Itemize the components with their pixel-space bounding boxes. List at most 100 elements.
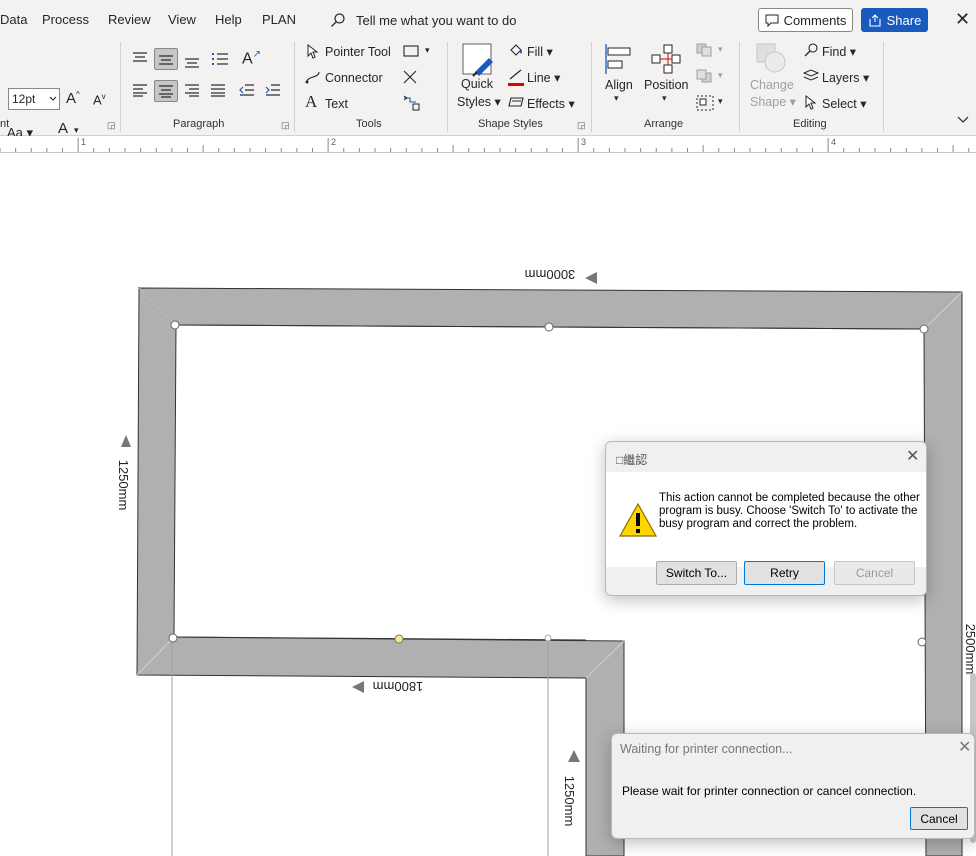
text-direction-icon[interactable]: A↗ xyxy=(242,49,261,68)
text-tool-button[interactable]: Text xyxy=(325,97,348,111)
chevron-down-icon[interactable]: ▾ xyxy=(718,44,723,55)
grow-font-button[interactable]: A^ xyxy=(66,90,80,107)
busy-dialog: □繼認 ✕ This action cannot be completed be… xyxy=(605,441,927,596)
layers-button[interactable]: Layers ▾ xyxy=(822,70,869,85)
chevron-down-icon[interactable]: ▾ xyxy=(614,93,619,104)
cancel-button[interactable]: Cancel xyxy=(834,561,915,585)
change-shape-label-1[interactable]: Change xyxy=(750,78,794,92)
comments-label: Comments xyxy=(783,12,847,28)
selection-handle[interactable] xyxy=(170,320,180,330)
connector-button[interactable]: Connector xyxy=(325,71,383,85)
group-separator xyxy=(591,42,592,132)
tell-me-search[interactable]: Tell me what you want to do xyxy=(330,12,516,28)
line-button[interactable]: Line ▾ xyxy=(527,70,560,85)
selection-handle[interactable] xyxy=(919,324,929,334)
dialog-launcher-icon[interactable]: ◲ xyxy=(577,120,586,131)
ruler-number: 2 xyxy=(331,137,337,147)
quick-styles-label-1[interactable]: Quick xyxy=(461,77,493,91)
shape-styles-group-label: Shape Styles xyxy=(478,118,543,130)
switch-to-button[interactable]: Switch To... xyxy=(656,561,737,585)
menu-process[interactable]: Process xyxy=(42,12,89,27)
editing-group-label: Editing xyxy=(793,118,827,130)
printer-cancel-button[interactable]: Cancel xyxy=(910,807,968,830)
line-icon xyxy=(508,68,524,86)
effects-button[interactable]: Effects ▾ xyxy=(527,96,575,111)
selection-handle[interactable] xyxy=(544,322,554,332)
close-icon[interactable]: ✕ xyxy=(955,10,970,28)
dim-top-label: 3000mm xyxy=(525,267,576,282)
close-shape-icon[interactable] xyxy=(403,70,417,84)
retry-button[interactable]: Retry xyxy=(744,561,825,585)
select-button[interactable]: Select ▾ xyxy=(822,96,867,111)
dialog-launcher-icon[interactable]: ◲ xyxy=(107,120,116,131)
selection-handle[interactable] xyxy=(917,637,927,647)
group-separator xyxy=(883,42,884,132)
ruler-number: 3 xyxy=(581,137,587,147)
send-backward-icon[interactable] xyxy=(696,69,714,83)
align-left-icon[interactable] xyxy=(131,83,149,97)
menu-view[interactable]: View xyxy=(168,12,196,27)
comments-button[interactable]: Comments xyxy=(758,8,853,32)
decrease-indent-icon[interactable] xyxy=(238,83,256,97)
tools-group-label: Tools xyxy=(356,118,382,130)
position-button[interactable]: Position xyxy=(644,78,688,92)
align-shapes-icon xyxy=(605,44,631,74)
align-button[interactable]: Align xyxy=(605,78,633,92)
align-center-icon xyxy=(159,85,173,98)
dialog-launcher-icon[interactable]: ◲ xyxy=(281,120,290,131)
connection-point-icon[interactable] xyxy=(403,95,421,111)
font-group-label: nt xyxy=(0,118,10,130)
dim-bottom-label: 1800mm xyxy=(373,679,424,694)
menu-help[interactable]: Help xyxy=(215,12,242,27)
align-right-icon[interactable] xyxy=(183,83,201,97)
align-middle-icon xyxy=(159,55,173,65)
menu-review[interactable]: Review xyxy=(108,12,151,27)
quick-styles-button[interactable]: Styles ▾ xyxy=(457,94,501,109)
close-icon[interactable]: ✕ xyxy=(906,449,919,465)
chevron-down-icon[interactable]: ▾ xyxy=(718,96,723,107)
justify-icon[interactable] xyxy=(209,83,227,97)
room-wall-left[interactable] xyxy=(136,286,625,856)
share-label: Share xyxy=(886,12,922,28)
align-top-icon[interactable] xyxy=(131,51,149,65)
share-button[interactable]: Share xyxy=(861,8,928,32)
group-separator xyxy=(294,42,295,132)
group-icon[interactable] xyxy=(696,95,714,111)
collapse-ribbon-icon[interactable] xyxy=(957,116,969,124)
font-color-dropdown-icon[interactable]: ▾ xyxy=(74,125,79,136)
menu-data[interactable]: Data xyxy=(0,12,27,27)
position-icon xyxy=(651,44,681,74)
change-shape-button[interactable]: Shape ▾ xyxy=(750,94,796,109)
pointer-tool-button[interactable]: Pointer Tool xyxy=(325,45,391,59)
group-separator xyxy=(120,42,121,132)
fill-icon xyxy=(510,44,522,56)
quick-styles-icon xyxy=(459,42,497,82)
connector-icon xyxy=(305,71,320,84)
ribbon: 12pt A^ Av Aa ▾ A ▾ nt ◲ A↗ Paragraph ◲ … xyxy=(0,40,976,140)
bullets-icon[interactable] xyxy=(211,51,229,67)
dim-bottom-right-label: 1250mm xyxy=(562,776,577,827)
menu-bar: Data Process Review View Help PLAN Tell … xyxy=(0,0,976,40)
shrink-font-button[interactable]: Av xyxy=(93,92,106,107)
layers-icon xyxy=(803,69,819,81)
menu-plan[interactable]: PLAN xyxy=(262,12,296,27)
printer-dialog-title: Waiting for printer connection... xyxy=(620,742,793,756)
control-handle[interactable] xyxy=(394,634,404,644)
font-size-select[interactable]: 12pt xyxy=(8,88,60,110)
text-tool-icon: A xyxy=(305,92,318,111)
find-button[interactable]: Find ▾ xyxy=(822,44,856,59)
busy-dialog-title: □繼認 xyxy=(616,453,648,467)
align-bottom-icon[interactable] xyxy=(183,55,201,69)
chevron-down-icon[interactable]: ▾ xyxy=(425,45,430,56)
increase-indent-icon[interactable] xyxy=(264,83,282,97)
chevron-down-icon[interactable]: ▾ xyxy=(718,70,723,81)
chevron-down-icon[interactable]: ▾ xyxy=(662,93,667,104)
rectangle-icon[interactable] xyxy=(403,45,419,57)
selection-handle[interactable] xyxy=(168,633,178,643)
busy-dialog-message-3: busy program and correct the problem. xyxy=(659,518,858,530)
bring-forward-icon[interactable] xyxy=(696,43,714,57)
close-icon[interactable]: ✕ xyxy=(958,740,971,756)
fill-button[interactable]: Fill ▾ xyxy=(527,44,553,59)
font-size-value: 12pt xyxy=(12,92,36,106)
paragraph-group-label: Paragraph xyxy=(173,118,225,130)
